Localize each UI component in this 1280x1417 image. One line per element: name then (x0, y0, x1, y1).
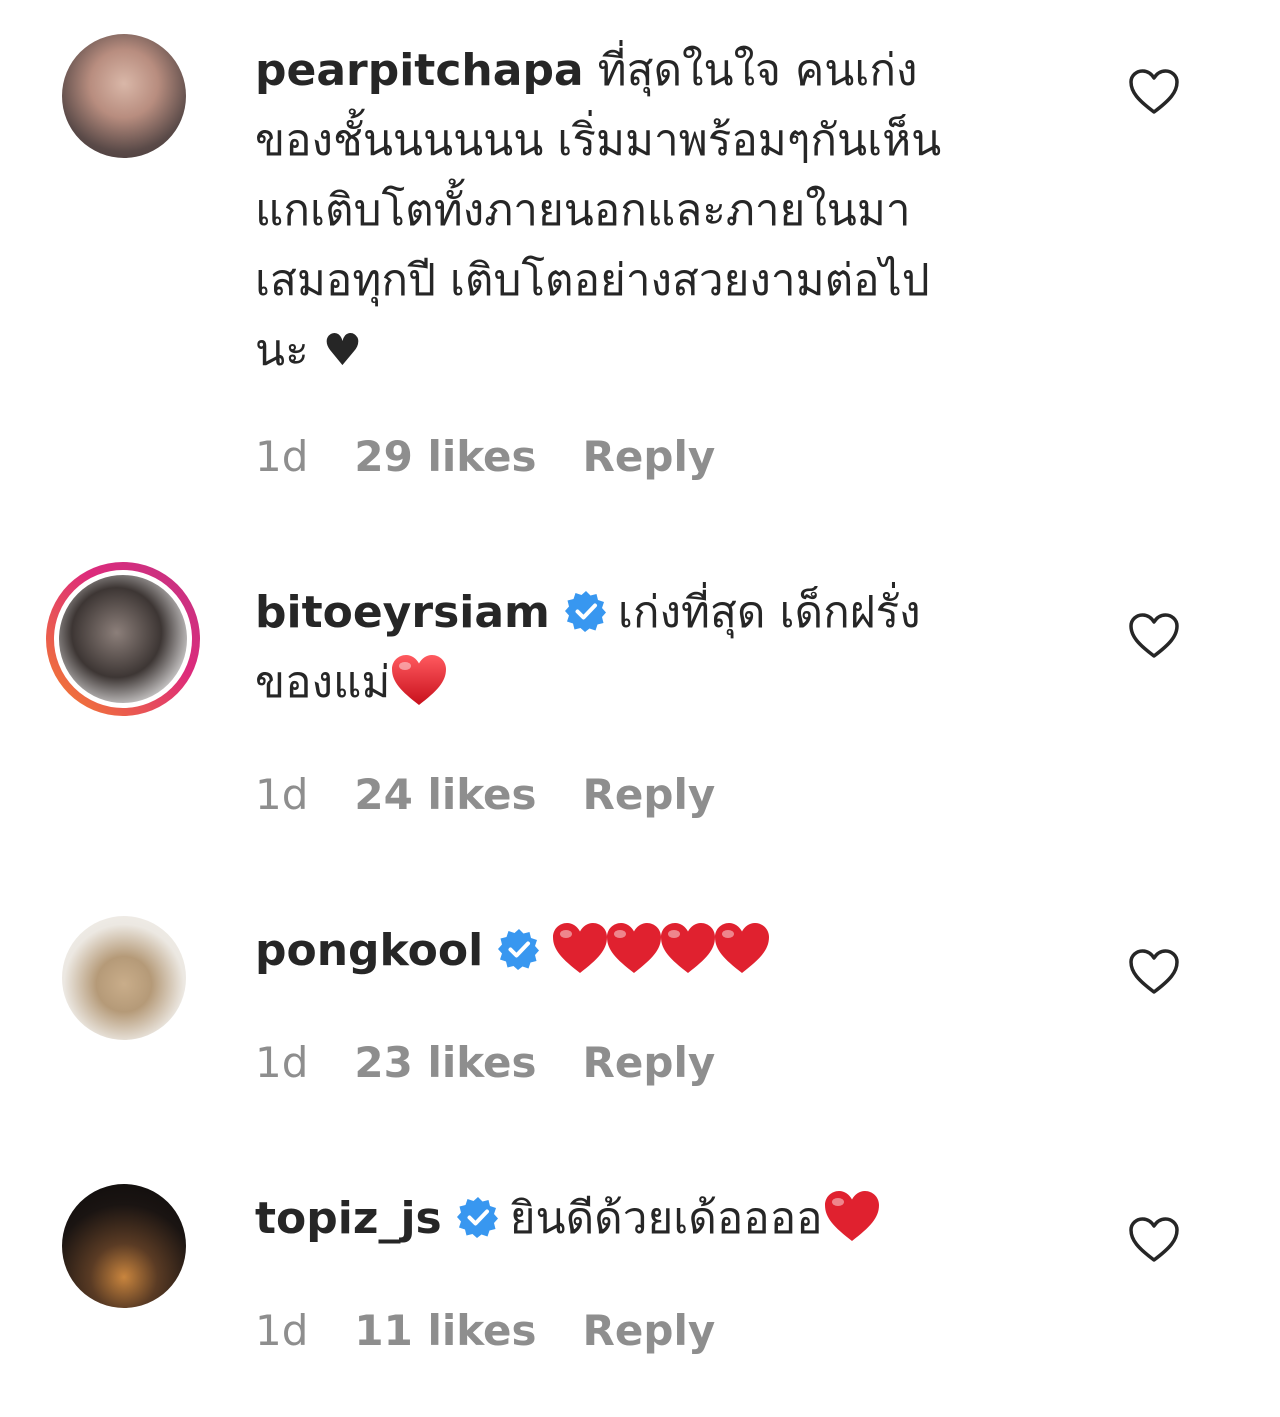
reply-button[interactable]: Reply (583, 1306, 716, 1355)
avatar[interactable] (62, 1184, 186, 1308)
comment-text-line: นะ ♥ (255, 325, 363, 376)
comment-meta: 1d 24 likes Reply (255, 770, 715, 819)
like-button[interactable] (1128, 612, 1180, 660)
reply-button[interactable]: Reply (583, 770, 716, 819)
avatar-image (62, 1184, 186, 1308)
heart-outline-icon (1129, 613, 1179, 658)
comment-username[interactable]: topiz_js (255, 1193, 442, 1244)
comment-time[interactable]: 1d (255, 1306, 308, 1355)
like-button[interactable] (1128, 948, 1180, 996)
red-heart-emoji-icon (605, 921, 663, 975)
avatar-image (62, 34, 186, 158)
red-heart-emoji-icon (551, 921, 609, 975)
avatar[interactable] (62, 34, 186, 158)
comment-time[interactable]: 1d (255, 1038, 308, 1087)
comment-text-line: เก่งที่สุด เด็กฝรั่ง (617, 587, 921, 638)
red-heart-emoji-icon (659, 921, 717, 975)
red-heart-emoji-icon (823, 1189, 881, 1243)
avatar[interactable] (62, 916, 186, 1040)
comment-likes[interactable]: 11 likes (354, 1306, 536, 1355)
comment-username[interactable]: bitoeyrsiam (255, 587, 550, 638)
heart-outline-icon (1129, 69, 1179, 114)
comment-body: pongkool (255, 916, 1075, 986)
comment-meta: 1d 23 likes Reply (255, 1038, 715, 1087)
avatar-image (62, 916, 186, 1040)
comment-meta: 1d 11 likes Reply (255, 1306, 715, 1355)
red-heart-emoji-icon (390, 653, 448, 707)
comment-body: topiz_js ยินดีด้วยเด้ออออ (255, 1184, 1075, 1254)
comment-meta: 1d 29 likes Reply (255, 432, 715, 481)
verified-badge-icon (456, 1190, 500, 1238)
reply-button[interactable]: Reply (583, 1038, 716, 1087)
comment-likes[interactable]: 29 likes (354, 432, 536, 481)
comment-text-line: ของชั้นนนนนน เริ่มมาพร้อมๆกันเห็น (255, 115, 942, 166)
comment-username[interactable]: pearpitchapa (255, 45, 584, 96)
avatar-story-ring[interactable] (46, 562, 200, 716)
reply-button[interactable]: Reply (583, 432, 716, 481)
comment-body: pearpitchapa ที่สุดในใจ คนเก่ง ของชั้นนน… (255, 36, 1075, 386)
comment-time[interactable]: 1d (255, 432, 308, 481)
comment-text-line: ที่สุดในใจ คนเก่ง (583, 45, 918, 96)
heart-outline-icon (1129, 1217, 1179, 1262)
comment-text-line: เสมอทุกปี เติบโตอย่างสวยงามต่อไป (255, 255, 930, 306)
red-heart-emoji-icon (713, 921, 771, 975)
like-button[interactable] (1128, 1216, 1180, 1264)
comment-text-line: ของแม่ (255, 657, 391, 708)
comment-time[interactable]: 1d (255, 770, 308, 819)
heart-outline-icon (1129, 949, 1179, 994)
comment-text-line: แกเติบโตทั้งภายนอกและภายในมา (255, 185, 911, 236)
verified-badge-icon (564, 584, 608, 632)
like-button[interactable] (1128, 68, 1180, 116)
comment-text-line: ยินดีด้วยเด้ออออ (509, 1193, 823, 1244)
comment-body: bitoeyrsiam เก่งที่สุด เด็กฝรั่ง ของแม่ (255, 578, 1075, 718)
comment-likes[interactable]: 24 likes (354, 770, 536, 819)
comment-username[interactable]: pongkool (255, 925, 483, 976)
verified-badge-icon (497, 922, 541, 970)
comment-likes[interactable]: 23 likes (354, 1038, 536, 1087)
avatar-image (54, 570, 192, 708)
